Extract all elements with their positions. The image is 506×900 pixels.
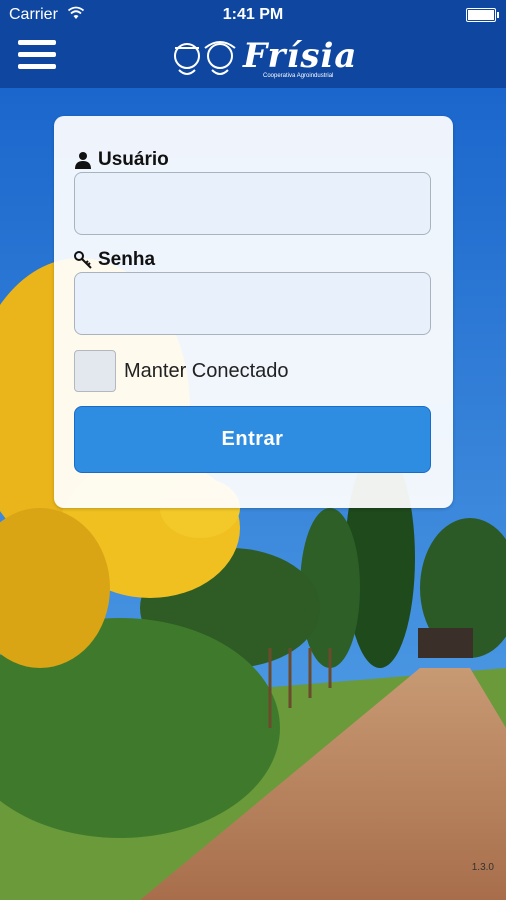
user-icon [75, 152, 91, 169]
hamburger-menu-icon[interactable] [18, 40, 56, 74]
clock: 1:41 PM [222, 6, 284, 23]
frisia-logo: Frísia Cooperativa Agroindustrial [165, 30, 356, 86]
logo-brand: Frísia [243, 36, 358, 76]
remember-me-label[interactable]: Manter Conectado [124, 360, 289, 383]
remember-me-checkbox[interactable] [74, 350, 116, 392]
nav-bar: Frísia Cooperativa Agroindustrial [0, 30, 506, 88]
password-input[interactable] [74, 272, 431, 335]
password-label-row: Senha [74, 249, 155, 271]
logo-tagline: Cooperativa Agroindustrial [263, 73, 334, 79]
version-label: 1.3.0 [471, 862, 494, 873]
username-input[interactable] [74, 172, 431, 235]
username-label: Usuário [98, 149, 169, 170]
key-icon [74, 251, 92, 269]
status-bar: Carrier 1:41 PM [0, 0, 506, 30]
login-card: Usuário Senha Manter Conectado Entrar [54, 116, 453, 508]
username-label-row: Usuário [74, 149, 169, 171]
login-button[interactable]: Entrar [74, 406, 431, 473]
password-label: Senha [98, 249, 156, 270]
farmer-mascot-icon [174, 41, 236, 75]
battery-icon [466, 8, 499, 22]
